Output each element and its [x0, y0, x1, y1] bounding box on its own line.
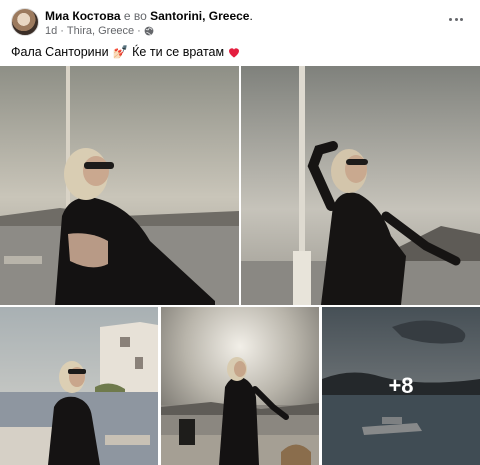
photo-grid: +8 [0, 66, 480, 465]
heart-icon [229, 47, 240, 57]
photo-2[interactable] [241, 66, 480, 305]
more-photos-count: +8 [388, 373, 414, 398]
post-meta: 1d · Thira, Greece · [45, 24, 154, 38]
more-photos-overlay[interactable]: +8 [322, 307, 480, 465]
caption-text-1: Фала Санторини [11, 45, 109, 59]
photo-1-image [0, 66, 239, 305]
photo-3-image [0, 307, 158, 465]
photo-5-more[interactable]: +8 [322, 307, 480, 465]
meta-separator-2: · [137, 25, 141, 37]
photo-1[interactable] [0, 66, 239, 305]
post-title-line: Миа Костова е во Santorini, Greece. [45, 9, 253, 24]
more-dot-icon [459, 17, 463, 21]
place-suffix: . [249, 9, 253, 23]
place-link[interactable]: Santorini, Greece [150, 9, 249, 23]
photo-4[interactable] [161, 307, 319, 465]
post-header: Миа Костова е во Santorini, Greece. 1d ·… [0, 0, 480, 64]
post-caption: Фала Санторини 💅🏻 Ќе ти се вратам [11, 44, 240, 60]
nail-polish-emoji: 💅🏻 [112, 45, 129, 59]
meta-separator: · [60, 25, 64, 37]
more-dot-icon [454, 17, 458, 21]
location-connector: е во [123, 9, 147, 23]
photo-2-image [241, 66, 480, 305]
photo-3[interactable] [0, 307, 158, 465]
author-avatar[interactable] [11, 8, 39, 36]
post-time[interactable]: 1d [45, 24, 57, 38]
more-dot-icon [449, 17, 453, 21]
post-location[interactable]: Thira, Greece [67, 24, 134, 38]
globe-icon[interactable] [144, 26, 154, 36]
caption-text-2: Ќе ти се вратам [132, 45, 225, 59]
photo-4-image [161, 307, 319, 465]
author-name[interactable]: Миа Костова [45, 9, 121, 23]
more-options-button[interactable] [446, 10, 466, 28]
